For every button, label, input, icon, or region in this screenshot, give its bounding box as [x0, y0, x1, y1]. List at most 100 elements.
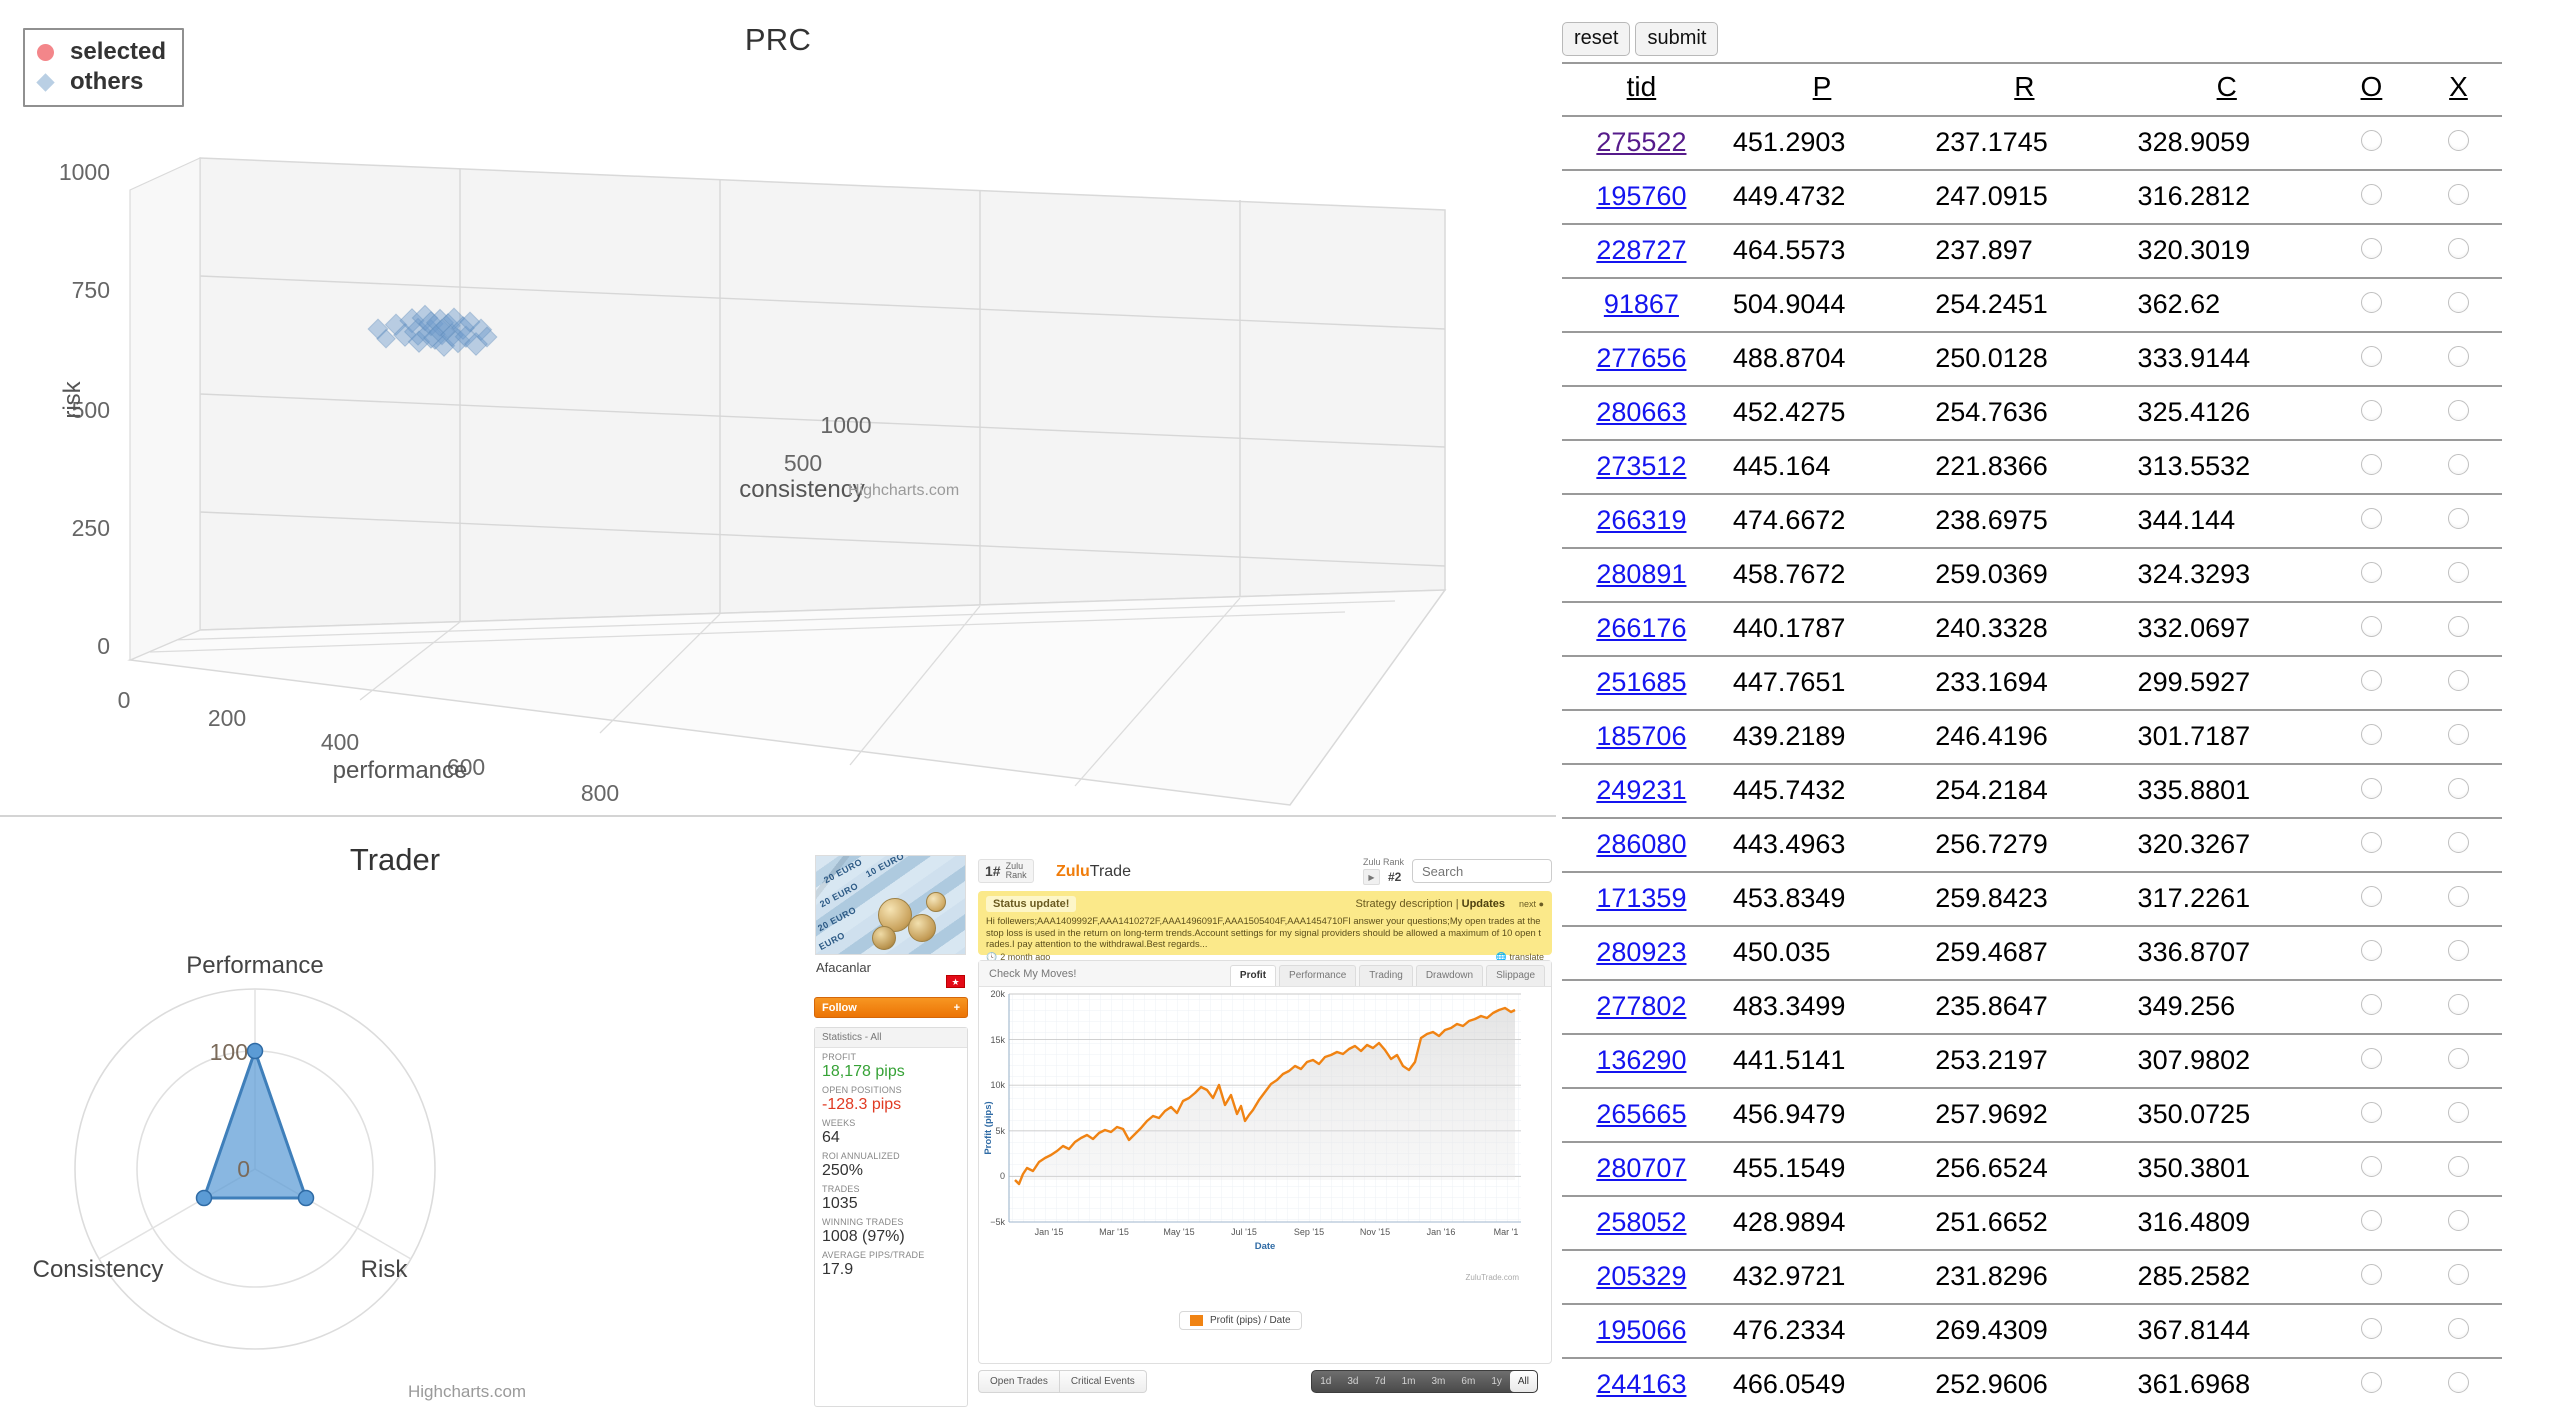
radio-x-button[interactable]: [2448, 346, 2469, 367]
radio-x-button[interactable]: [2448, 778, 2469, 799]
radio-x-button[interactable]: [2448, 562, 2469, 583]
tid-link[interactable]: 249231: [1596, 775, 1686, 805]
radio-o-button[interactable]: [2361, 940, 2382, 961]
radio-o-button[interactable]: [2361, 130, 2382, 151]
tid-link[interactable]: 266319: [1596, 505, 1686, 535]
radio-x-button[interactable]: [2448, 508, 2469, 529]
column-header-c[interactable]: C: [2126, 63, 2328, 116]
tab-trading[interactable]: Trading: [1359, 965, 1413, 986]
radio-o-button[interactable]: [2361, 400, 2382, 421]
cell-radio-x[interactable]: [2415, 332, 2502, 386]
range-7d[interactable]: 7d: [1366, 1371, 1393, 1392]
reset-button[interactable]: reset: [1562, 22, 1630, 56]
tid-link[interactable]: 195760: [1596, 181, 1686, 211]
tid-link[interactable]: 251685: [1596, 667, 1686, 697]
cell-radio-o[interactable]: [2328, 170, 2415, 224]
cell-radio-o[interactable]: [2328, 980, 2415, 1034]
radio-o-button[interactable]: [2361, 994, 2382, 1015]
cell-radio-x[interactable]: [2415, 386, 2502, 440]
cell-radio-o[interactable]: [2328, 548, 2415, 602]
cell-radio-x[interactable]: [2415, 278, 2502, 332]
cell-radio-o[interactable]: [2328, 602, 2415, 656]
radio-o-button[interactable]: [2361, 1156, 2382, 1177]
radio-x-button[interactable]: [2448, 1102, 2469, 1123]
link-strategy-description[interactable]: Strategy description: [1355, 898, 1452, 910]
radio-o-button[interactable]: [2361, 724, 2382, 745]
highcharts-credit-scatter[interactable]: Highcharts.com: [848, 482, 959, 499]
zulu-search-box[interactable]: [1412, 859, 1552, 883]
radio-x-button[interactable]: [2448, 184, 2469, 205]
tid-link[interactable]: 195066: [1596, 1315, 1686, 1345]
cell-radio-x[interactable]: [2415, 1304, 2502, 1358]
cell-radio-o[interactable]: [2328, 764, 2415, 818]
tid-link[interactable]: 258052: [1596, 1207, 1686, 1237]
trader-name[interactable]: Afacanlar: [816, 960, 871, 975]
radio-o-button[interactable]: [2361, 1264, 2382, 1285]
cell-radio-o[interactable]: [2328, 278, 2415, 332]
cell-radio-o[interactable]: [2328, 818, 2415, 872]
trader-radar-plot[interactable]: 100 0 Performance Risk Consistency: [0, 817, 790, 1408]
cell-radio-o[interactable]: [2328, 1196, 2415, 1250]
radio-o-button[interactable]: [2361, 778, 2382, 799]
cell-radio-x[interactable]: [2415, 548, 2502, 602]
radio-x-button[interactable]: [2448, 238, 2469, 259]
next-link[interactable]: next ●: [1519, 899, 1544, 909]
cell-radio-x[interactable]: [2415, 710, 2502, 764]
radio-o-button[interactable]: [2361, 886, 2382, 907]
tid-link[interactable]: 171359: [1596, 883, 1686, 913]
tid-link[interactable]: 136290: [1596, 1045, 1686, 1075]
search-input[interactable]: [1420, 863, 1556, 880]
radio-o-button[interactable]: [2361, 562, 2382, 583]
tab-profit[interactable]: Profit: [1230, 965, 1276, 986]
radio-x-button[interactable]: [2448, 616, 2469, 637]
cell-radio-o[interactable]: [2328, 116, 2415, 170]
range-3d[interactable]: 3d: [1339, 1371, 1366, 1392]
column-header-p[interactable]: P: [1721, 63, 1923, 116]
cell-radio-o[interactable]: [2328, 926, 2415, 980]
cell-radio-o[interactable]: [2328, 1142, 2415, 1196]
cell-radio-x[interactable]: [2415, 764, 2502, 818]
status-links[interactable]: Strategy description | Updates: [1355, 898, 1509, 910]
column-header-o[interactable]: O: [2328, 63, 2415, 116]
tab-performance[interactable]: Performance: [1279, 965, 1356, 986]
zulutrade-logo[interactable]: ZuluTrade: [1056, 863, 1131, 881]
cell-radio-x[interactable]: [2415, 1034, 2502, 1088]
cell-radio-x[interactable]: [2415, 1088, 2502, 1142]
radio-x-button[interactable]: [2448, 994, 2469, 1015]
cell-radio-x[interactable]: [2415, 656, 2502, 710]
radio-x-button[interactable]: [2448, 724, 2469, 745]
range-6m[interactable]: 6m: [1453, 1371, 1483, 1392]
radio-o-button[interactable]: [2361, 1372, 2382, 1393]
follow-button[interactable]: Follow +: [814, 997, 968, 1018]
critical-events-button[interactable]: Critical Events: [1060, 1370, 1147, 1393]
column-header-x[interactable]: X: [2415, 63, 2502, 116]
cell-radio-x[interactable]: [2415, 170, 2502, 224]
range-1m[interactable]: 1m: [1394, 1371, 1424, 1392]
column-header-r[interactable]: R: [1923, 63, 2125, 116]
tid-link[interactable]: 205329: [1596, 1261, 1686, 1291]
play-arrow-icon[interactable]: ▶: [1363, 869, 1380, 885]
zulutrade-credit[interactable]: ZuluTrade.com: [1466, 1273, 1520, 1282]
tid-link[interactable]: 265665: [1596, 1099, 1686, 1129]
cell-radio-o[interactable]: [2328, 1358, 2415, 1408]
prc-3d-plot[interactable]: 1000 750 500 250 0 risk 0 200 400 600 80…: [0, 0, 1556, 815]
tid-link[interactable]: 277802: [1596, 991, 1686, 1021]
range-all[interactable]: All: [1510, 1371, 1537, 1392]
cell-radio-o[interactable]: [2328, 1304, 2415, 1358]
tid-link[interactable]: 266176: [1596, 613, 1686, 643]
column-header-tid[interactable]: tid: [1562, 63, 1721, 116]
link-updates[interactable]: Updates: [1462, 898, 1505, 910]
tid-link[interactable]: 275522: [1596, 127, 1686, 157]
radio-o-button[interactable]: [2361, 184, 2382, 205]
zulu-rank-badge[interactable]: 1# Zulu Rank: [978, 859, 1034, 883]
open-trades-button[interactable]: Open Trades: [978, 1370, 1060, 1393]
cell-radio-o[interactable]: [2328, 440, 2415, 494]
tid-link[interactable]: 286080: [1596, 829, 1686, 859]
tid-link[interactable]: 244163: [1596, 1369, 1686, 1399]
radio-o-button[interactable]: [2361, 1048, 2382, 1069]
cell-radio-o[interactable]: [2328, 332, 2415, 386]
cell-radio-o[interactable]: [2328, 1034, 2415, 1088]
cell-radio-o[interactable]: [2328, 656, 2415, 710]
radio-x-button[interactable]: [2448, 940, 2469, 961]
tid-link[interactable]: 280663: [1596, 397, 1686, 427]
